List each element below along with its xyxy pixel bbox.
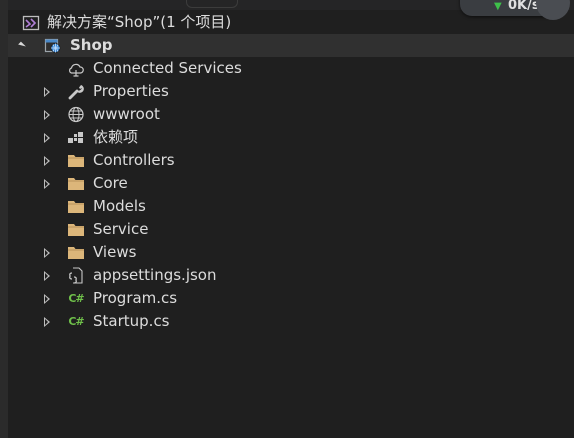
solution-explorer: ▼ 0K/s 解决方案“Shop”(1 个项目) Shop Connected …	[0, 0, 574, 438]
folder-icon	[67, 175, 85, 192]
folder-icon	[67, 152, 85, 169]
tree-row-connected-services[interactable]: Connected Services	[8, 57, 574, 80]
visual-studio-solution-icon	[22, 14, 40, 31]
solution-tree: 解决方案“Shop”(1 个项目) Shop Connected Service…	[8, 11, 574, 333]
csharp-web-project-icon	[44, 37, 62, 54]
tree-item-label: Connected Services	[93, 59, 242, 77]
folder-icon	[67, 244, 85, 261]
tree-row-controllers[interactable]: Controllers	[8, 149, 574, 172]
globe-icon	[67, 106, 85, 123]
tree-item-label: wwwroot	[93, 105, 160, 123]
search-box-edge[interactable]	[186, 0, 238, 8]
tree-item-label: Service	[93, 220, 149, 238]
expand-arrow-icon[interactable]	[41, 264, 53, 287]
tree-item-label: Properties	[93, 82, 169, 100]
dependencies-icon	[67, 129, 85, 146]
tree-row-wwwroot[interactable]: wwwroot	[8, 103, 574, 126]
tree-row-service[interactable]: Service	[8, 218, 574, 241]
expand-arrow-icon[interactable]	[41, 103, 53, 126]
expand-arrow-icon[interactable]	[41, 80, 53, 103]
tree-row-views[interactable]: Views	[8, 241, 574, 264]
tree-row-solution[interactable]: 解决方案“Shop”(1 个项目)	[8, 11, 574, 34]
tree-item-label: appsettings.json	[93, 266, 217, 284]
tree-item-label: 依赖项	[93, 128, 139, 146]
tree-row-program-cs[interactable]: C# Program.cs	[8, 287, 574, 310]
tree-item-label: Core	[93, 174, 128, 192]
expand-arrow-icon[interactable]	[41, 149, 53, 172]
tree-row-appsettings[interactable]: appsettings.json	[8, 264, 574, 287]
expand-arrow-icon[interactable]	[41, 172, 53, 195]
wrench-icon	[67, 83, 85, 100]
expand-arrow-icon[interactable]	[41, 287, 53, 310]
tree-item-label: Controllers	[93, 151, 175, 169]
tree-item-label: Models	[93, 197, 146, 215]
tree-row-models[interactable]: Models	[8, 195, 574, 218]
tree-item-label: Program.cs	[93, 289, 178, 307]
tree-row-properties[interactable]: Properties	[8, 80, 574, 103]
expand-arrow-icon[interactable]	[41, 241, 53, 264]
tree-row-startup-cs[interactable]: C# Startup.cs	[8, 310, 574, 333]
left-edge-strip	[0, 0, 8, 438]
json-file-icon	[67, 267, 85, 284]
connected-services-icon	[67, 60, 85, 77]
tree-row-core[interactable]: Core	[8, 172, 574, 195]
tree-row-dependencies[interactable]: 依赖项	[8, 126, 574, 149]
folder-icon	[67, 198, 85, 215]
tree-item-label: Startup.cs	[93, 312, 170, 330]
project-label: Shop	[70, 36, 113, 54]
tree-row-project[interactable]: Shop	[8, 34, 574, 57]
expand-arrow-icon[interactable]	[41, 310, 53, 333]
solution-label: 解决方案“Shop”(1 个项目)	[47, 13, 232, 31]
expand-arrow-icon[interactable]	[41, 126, 53, 149]
csharp-file-icon: C#	[68, 292, 84, 305]
tree-item-label: Views	[93, 243, 137, 261]
csharp-file-icon: C#	[68, 315, 84, 328]
folder-icon	[67, 221, 85, 238]
collapse-arrow-icon[interactable]	[16, 34, 28, 57]
